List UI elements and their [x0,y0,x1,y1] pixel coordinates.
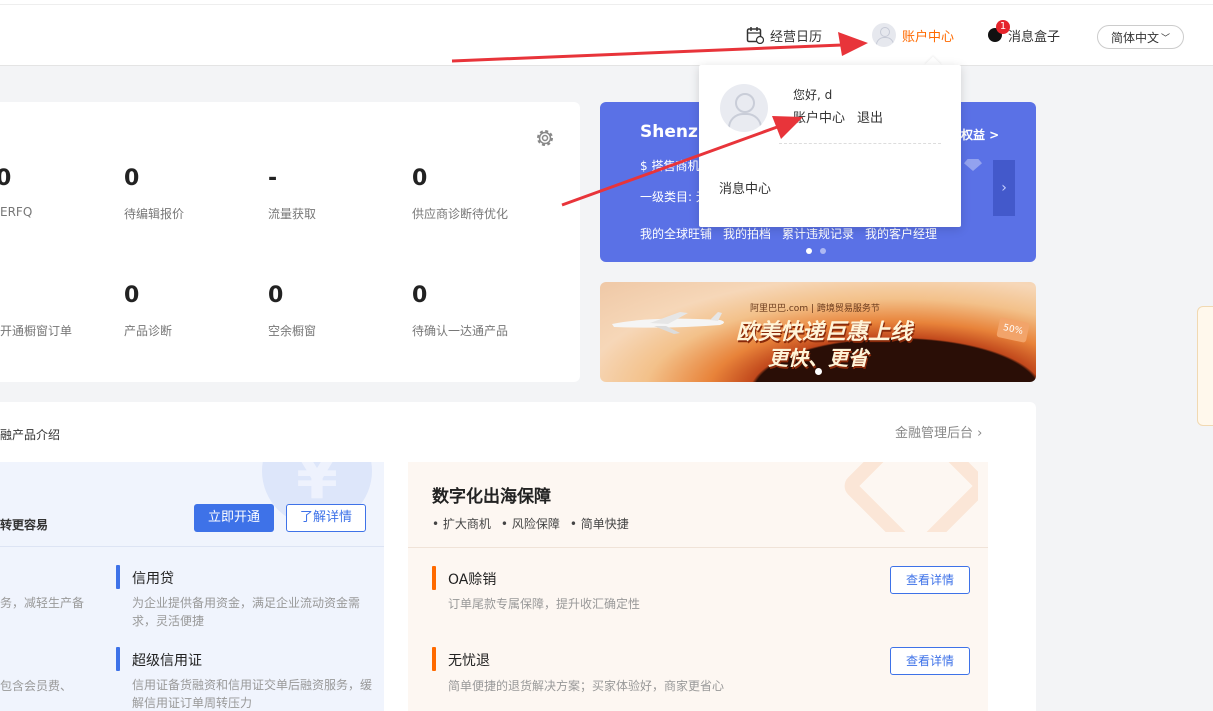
digital-tags: 扩大商机 风险保障 简单快捷 [432,515,629,532]
tag-item: 风险保障 [501,515,560,532]
account-center-link[interactable]: 账户中心 [872,23,955,47]
message-box-label: 消息盒子 [1008,29,1061,45]
stat-value[interactable]: 0 [124,283,139,308]
stat-value[interactable]: 0 [124,166,139,191]
notification-badge: 1 [996,20,1010,34]
stat-value: - [268,166,278,191]
popup-links: 账户中心 退出 [793,107,883,126]
banner-links: 我的全球旺铺 我的拍档 累计违规记录 我的客户经理 [640,225,937,242]
airplane-image [612,312,724,334]
message-box-link[interactable]: 1 消息盒子 [988,20,1061,46]
product-desc: 信用证备货融资和信用证交单后融资服务，缓解信用证订单周转压力 [132,678,373,710]
violation-record-link[interactable]: 累计违规记录 [782,225,854,242]
view-details-button[interactable]: 查看详情 [890,647,970,675]
stat-label: ERFQ [0,205,33,219]
message-center-menu-item[interactable]: 消息中心 [719,178,771,197]
product-desc: 务，减轻生产备 [0,596,85,610]
product-desc: 简单便捷的退货解决方案；买家体验好，商家更省心 [448,679,725,693]
settings-gear-icon[interactable] [534,127,556,149]
stat-label: 待确认一达通产品 [412,324,509,338]
header-divider [0,4,1213,5]
product-accent-bar [432,647,436,671]
stat-label: 空余橱窗 [268,324,317,338]
user-avatar-icon [720,84,768,132]
promo-banner[interactable]: 阿里巴巴.com | 跨境贸易服务节 欧美快递巨惠上线 更快、更省 50% [600,282,1036,382]
business-calendar-link[interactable]: 经营日历 [746,24,822,46]
language-label: 简体中文 [1110,30,1159,45]
carousel-dot[interactable] [815,368,822,375]
digital-protection-title: 数字化出海保障 [432,487,551,507]
user-greeting: 您好, d [793,88,833,102]
floating-side-tab[interactable] [1197,306,1213,426]
product-accent-bar [116,565,120,589]
super-lc-title[interactable]: 超级信用证 [132,650,202,670]
logout-menu-item[interactable]: 退出 [857,107,883,126]
chevron-down-icon: ﹀ [1161,33,1171,44]
calendar-icon [746,27,764,44]
chevron-right-icon: › [973,426,983,441]
stat-label: 供应商诊断待优化 [412,207,509,221]
product-accent-bar [432,566,436,590]
panel-divider [408,547,988,548]
finance-section-title: 融产品介绍 [0,428,61,442]
tag-item: 简单快捷 [570,515,629,532]
account-center-menu-item[interactable]: 账户中心 [793,107,845,126]
learn-more-button[interactable]: 了解详情 [286,504,366,532]
rights-link[interactable]: 权益 > [961,126,999,143]
stat-label: 流量获取 [268,207,317,221]
product-accent-bar [116,647,120,671]
calendar-label: 经营日历 [770,29,823,45]
stat-value: 0 [0,166,12,191]
global-store-link[interactable]: 我的全球旺铺 [640,225,712,242]
promo-subheadline: 更快、更省 [768,346,868,370]
carousel-dot[interactable] [820,248,826,254]
view-details-button[interactable]: 查看详情 [890,566,970,594]
carousel-next-icon[interactable]: › [993,160,1015,216]
promo-brand-line: 阿里巴巴.com | 跨境贸易服务节 [750,304,880,314]
stat-value[interactable]: 0 [268,283,283,308]
product-desc: 为企业提供备用资金，满足企业流动资金需求，灵活便捷 [132,596,361,628]
carousel-dots [806,248,826,254]
bell-icon: 1 [988,20,1010,42]
stat-label: 开通橱窗订单 [0,324,73,338]
partner-link[interactable]: 我的拍档 [723,225,771,242]
product-desc: 订单尾款专属保障，提升收汇确定性 [448,597,641,611]
language-selector[interactable]: 简体中文 ﹀ [1097,25,1184,49]
stat-value[interactable]: 0 [412,166,427,191]
open-now-button[interactable]: 立即开通 [194,504,274,532]
carousel-dot[interactable] [806,248,812,254]
account-center-label: 账户中心 [902,29,955,45]
credit-loan-title[interactable]: 信用贷 [132,568,174,588]
finance-admin-label: 金融管理后台 [895,426,974,441]
product-desc: 包含会员费、 [0,679,73,693]
stats-card [0,102,580,382]
credit-tagline: 转更容易 [0,518,49,532]
popup-divider [779,143,941,144]
stat-label: 待编辑报价 [124,207,185,221]
worry-free-return-title[interactable]: 无忧退 [448,650,490,670]
diamond-icon [964,159,982,171]
shield-icon [838,462,978,532]
tag-item: 扩大商机 [432,515,491,532]
oa-credit-title[interactable]: OA赊销 [448,569,496,589]
finance-admin-link[interactable]: 金融管理后台 › [895,422,982,441]
stat-value[interactable]: 0 [412,283,427,308]
stat-label: 产品诊断 [124,324,173,338]
discount-tag: 50% [996,317,1030,343]
category-line: 一级类目: 无 [640,190,708,204]
badge-line: $ 搭售商机 [640,159,700,173]
user-avatar-icon [872,23,896,47]
panel-divider [0,546,384,547]
account-manager-link[interactable]: 我的客户经理 [865,225,937,242]
